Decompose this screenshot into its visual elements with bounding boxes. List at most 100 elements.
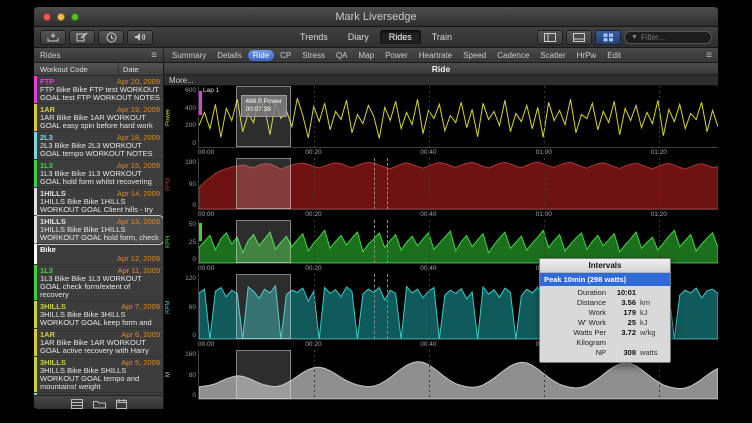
workout-code: Bike	[40, 245, 56, 254]
ride-list-item[interactable]: 3HILLS Apr 7, 2009 3HILLS Bike Bike 3HIL…	[34, 301, 163, 329]
power-x-axis: 00:0000:2000:4001:0001:20	[198, 148, 718, 158]
nav-trends[interactable]: Trends	[291, 30, 337, 44]
more-link[interactable]: More...	[164, 75, 718, 86]
y-tick: 90	[189, 181, 196, 188]
workout-color-strip	[34, 104, 37, 131]
nav-train[interactable]: Train	[423, 30, 461, 44]
x-tick: 00:00	[198, 211, 214, 218]
secondary-bar: Rides ≡ SummaryDetailsRideCPStressQAMapP…	[34, 48, 718, 63]
interval-selected-row[interactable]: Peak 10min (298 watts)	[540, 273, 670, 286]
x-tick: 01:00	[536, 211, 552, 218]
filter-input[interactable]	[641, 33, 705, 42]
tab-qa[interactable]: QA	[331, 50, 353, 61]
workout-color-strip	[34, 301, 37, 328]
import-button[interactable]	[40, 30, 66, 45]
tabbar-menu-icon[interactable]: ≡	[700, 48, 718, 62]
tab-speed[interactable]: Speed	[458, 50, 491, 61]
y-tick: 25	[189, 239, 196, 246]
tab-ride[interactable]: Ride	[248, 50, 274, 61]
workout-color-strip	[34, 393, 37, 395]
y-tick: 60	[189, 304, 196, 311]
sidebar-menu-icon[interactable]: ≡	[151, 50, 157, 61]
x-tick: 00:20	[305, 265, 321, 272]
heartrate-plot[interactable]	[198, 158, 718, 210]
power-plot[interactable]: Lap 1 486.0 Power 00:07:38	[198, 86, 718, 148]
ride-list-item[interactable]: 2L3 Apr 18, 2009 2L3 Bike Bike 2L3 WORKO…	[34, 132, 163, 160]
column-date[interactable]: Date	[119, 65, 163, 74]
x-tick: 01:20	[651, 149, 667, 156]
y-tick: 0	[192, 332, 196, 339]
tooltip-power-value: 486.0 Power	[246, 98, 283, 106]
heartrate-y-ticks: 180900	[173, 158, 198, 210]
list-view-icon[interactable]	[71, 399, 83, 409]
speed-y-axis-label: KPH	[164, 220, 173, 264]
tab-cadence[interactable]: Cadence	[492, 50, 534, 61]
altitude-y-ticks: 160800	[173, 350, 198, 400]
ride-list-item[interactable]: 1HILLS Apr 13, 2009 1HILLS Bike Bike 1HI…	[34, 216, 163, 244]
heartrate-y-axis-label: BPM	[164, 158, 173, 210]
tab-hrpw[interactable]: HrPw	[572, 50, 602, 61]
nav-diary[interactable]: Diary	[339, 30, 378, 44]
filter-funnel-icon: ▼	[631, 34, 638, 41]
close-window-button[interactable]	[43, 13, 51, 21]
filter-box[interactable]: ▼	[624, 31, 712, 44]
view-switcher: TrendsDiaryRidesTrain	[291, 30, 461, 44]
manual-entry-button[interactable]	[69, 30, 95, 45]
ride-description: 1AR Bike Bike 1AR WORKOUT GOAL easy spin…	[40, 114, 160, 130]
interval-stat-row: W' Work25kJ	[546, 318, 664, 328]
tab-map[interactable]: Map	[354, 50, 380, 61]
app-window: Mark Liversedge TrendsDiaryRidesTrain	[33, 6, 719, 410]
zoom-window-button[interactable]	[71, 13, 79, 21]
interval-marker	[387, 274, 388, 339]
ride-list-item[interactable]: 1L3 Apr 11, 2009 1L3 Bike Bike 1L3 WORKO…	[34, 265, 163, 301]
split-activity-button[interactable]	[98, 30, 124, 45]
audio-button[interactable]	[127, 30, 153, 45]
tab-summary[interactable]: Summary	[167, 50, 211, 61]
ride-list-item[interactable]: 1AR Apr 6, 2009 1AR Bike Bike 1AR WORKOU…	[34, 329, 163, 357]
main-toolbar: TrendsDiaryRidesTrain ▼	[34, 27, 718, 48]
tab-cp[interactable]: CP	[275, 50, 296, 61]
ride-list-item[interactable]: FTP Apr 20, 2009 FTP Bike Bike FTP test …	[34, 76, 163, 104]
ride-list-item[interactable]: 3HILLS Apr 5, 2009 3HILLS Bike Bike SHIL…	[34, 357, 163, 393]
sidebar-title: Rides	[40, 51, 60, 60]
tab-power[interactable]: Power	[380, 50, 413, 61]
ride-description: 1AR Bike Bike 1AR WORKOUT GOAL active re…	[40, 339, 160, 355]
sidebar-toggle-button[interactable]	[537, 30, 563, 45]
tab-details[interactable]: Details	[212, 50, 246, 61]
selection-band[interactable]	[236, 220, 291, 263]
cadence-y-ticks: 120600	[173, 274, 198, 340]
sidebar-header[interactable]: Rides ≡	[34, 48, 164, 62]
ride-list-item[interactable]: 1L3 Apr 15, 2009 1L3 Bike Bike 1L3 WORKO…	[34, 160, 163, 188]
tab-scatter[interactable]: Scatter	[535, 50, 570, 61]
ride-description: 1L3 Bike Bike 1L3 WORKOUT GOAL check for…	[40, 275, 160, 299]
ride-list-item[interactable]: 1HILLS Apr 14, 2009 1HILLS Bike Bike 1HI…	[34, 188, 163, 216]
selection-band[interactable]	[236, 158, 291, 209]
nav-rides[interactable]: Rides	[380, 30, 421, 44]
ride-list-item[interactable]: Bike Apr 12, 2009	[34, 244, 163, 265]
tab-edit[interactable]: Edit	[602, 50, 626, 61]
tab-heartrate[interactable]: Heartrate	[414, 50, 457, 61]
ride-date: Apr 5, 2009	[121, 358, 160, 367]
selection-band[interactable]	[236, 350, 291, 399]
ride-list-item[interactable]: 2L3 Apr 4, 2009 2L3 Bike Bike 2L3 WORKOU…	[34, 393, 163, 395]
tiled-view-button[interactable]	[595, 30, 621, 45]
column-workout-code[interactable]: Workout Code	[34, 63, 119, 75]
panel-bottom-icon	[573, 33, 585, 42]
lap-marker-label: Lap 1	[203, 87, 219, 94]
gridline	[314, 220, 315, 263]
x-tick: 00:20	[305, 149, 321, 156]
selection-band[interactable]	[236, 274, 291, 339]
calendar-icon[interactable]	[116, 399, 127, 409]
tab-stress[interactable]: Stress	[297, 50, 330, 61]
ride-list-item[interactable]: 1AR Apr 19, 2009 1AR Bike Bike 1AR WORKO…	[34, 104, 163, 132]
power-tooltip: 486.0 Power 00:07:38	[241, 95, 288, 117]
tooltip-time-value: 00:07:38	[246, 106, 283, 114]
interval-marker	[374, 274, 375, 339]
folder-icon[interactable]	[93, 399, 106, 409]
minimize-window-button[interactable]	[57, 13, 65, 21]
cadence-y-axis: RPM 120600	[164, 274, 198, 340]
x-tick: 00:00	[198, 265, 214, 272]
lowbar-toggle-button[interactable]	[566, 30, 592, 45]
x-tick: 00:40	[420, 149, 436, 156]
intervals-popup: Intervals Peak 10min (298 watts) Duratio…	[539, 258, 671, 363]
